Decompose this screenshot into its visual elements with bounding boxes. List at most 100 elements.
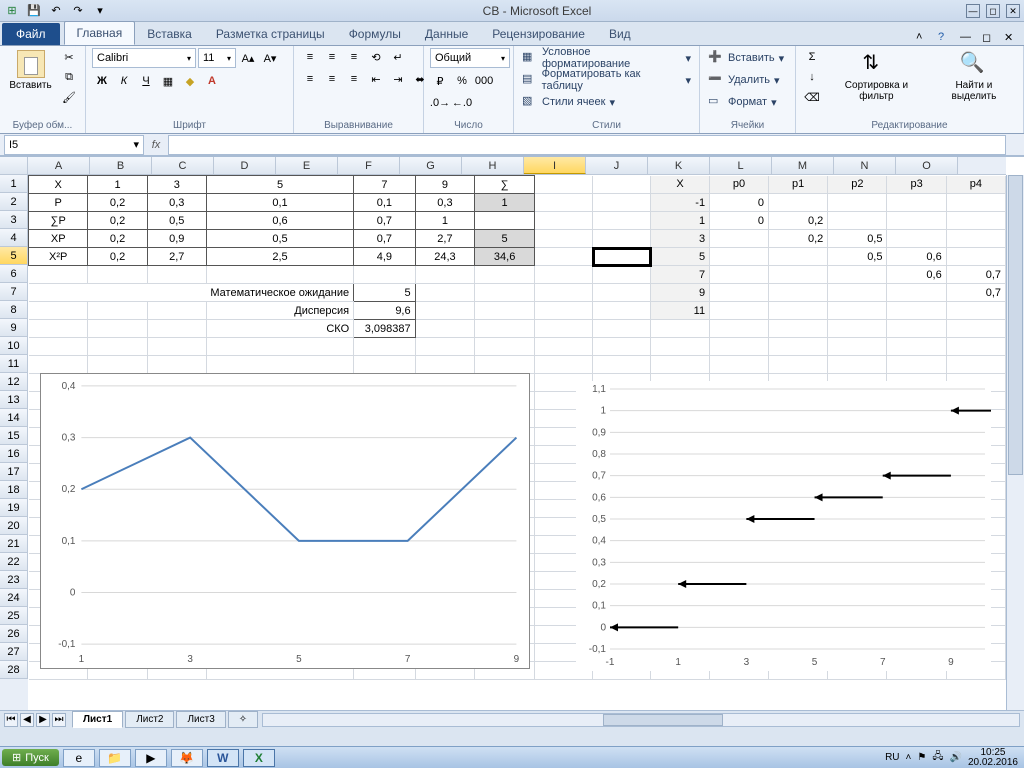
cell-M4[interactable]: 0,5 [828,230,887,248]
cell-N4[interactable] [887,230,946,248]
cell-N3[interactable] [887,212,946,230]
cell-M1[interactable]: p2 [828,176,887,194]
font-name-combo[interactable]: Calibri [92,48,196,68]
cell-J1[interactable]: X [651,176,710,194]
cell-A2[interactable]: P [29,194,88,212]
cell-H5[interactable] [534,248,592,266]
cell-D7[interactable]: Математическое ожидание [206,284,353,302]
row-header-26[interactable]: 26 [0,625,28,643]
cell-F11[interactable] [415,356,475,374]
cell-A7[interactable] [29,284,88,302]
cell-D9[interactable]: СКО [206,320,353,338]
cell-K3[interactable]: 0 [710,212,769,230]
cell-H3[interactable] [534,212,592,230]
cell-N1[interactable]: p3 [887,176,946,194]
row-header-12[interactable]: 12 [0,373,28,391]
cell-D3[interactable]: 0,6 [206,212,353,230]
cell-L4[interactable]: 0,2 [769,230,828,248]
cell-J9[interactable] [651,320,710,338]
cell-B7[interactable] [88,284,147,302]
col-header-B[interactable]: B [90,157,152,174]
col-header-G[interactable]: G [400,157,462,174]
cell-G10[interactable] [475,338,535,356]
cell-C10[interactable] [147,338,206,356]
col-header-K[interactable]: K [648,157,710,174]
bold-button[interactable]: Ж [92,72,112,90]
cell-I1[interactable] [593,176,651,194]
wrap-text-icon[interactable]: ↵ [388,48,408,66]
sort-filter-button[interactable]: ⇅ Сортировка и фильтр [826,48,927,104]
cell-B8[interactable] [88,302,147,320]
cell-O8[interactable] [946,302,1005,320]
cell-D8[interactable]: Дисперсия [206,302,353,320]
sheet-tab-2[interactable]: Лист2 [125,711,174,728]
cut-icon[interactable]: ✂ [59,48,79,66]
save-icon[interactable]: 💾 [26,3,42,19]
cell-B2[interactable]: 0,2 [88,194,147,212]
cell-K9[interactable] [710,320,769,338]
row-header-19[interactable]: 19 [0,499,28,517]
chart-cdf-step[interactable]: -0,100,10,20,30,40,50,60,70,80,911,1-113… [576,381,991,671]
cell-A4[interactable]: XP [29,230,88,248]
cell-M2[interactable] [828,194,887,212]
cell-A11[interactable] [29,356,88,374]
view-tab[interactable]: Вид [597,23,643,45]
cell-F7[interactable] [415,284,475,302]
row-header-14[interactable]: 14 [0,409,28,427]
align-center-icon[interactable]: ≡ [322,70,342,88]
cell-O7[interactable]: 0,7 [946,284,1005,302]
cell-grid[interactable]: X13579∑Xp0p1p2p3p4P0,20,30,10,10,31-10∑P… [28,175,1006,710]
cell-G2[interactable]: 1 [475,194,535,212]
insert-cells-button[interactable]: ➕Вставить▾ [706,48,786,68]
cell-A1[interactable]: X [29,176,88,194]
insert-tab[interactable]: Вставка [135,23,204,45]
cell-L9[interactable] [769,320,828,338]
cell-I4[interactable] [593,230,651,248]
cell-C7[interactable] [147,284,206,302]
doc-minimize-icon[interactable]: — [960,31,974,45]
cell-G7[interactable] [475,284,535,302]
cell-E2[interactable]: 0,1 [354,194,415,212]
cell-A8[interactable] [29,302,88,320]
row-header-27[interactable]: 27 [0,643,28,661]
cell-G6[interactable] [475,266,535,284]
fx-icon[interactable]: fx [144,139,168,151]
formula-input[interactable] [168,135,1006,155]
sheet-tab-1[interactable]: Лист1 [72,711,123,728]
underline-button[interactable]: Ч [136,72,156,90]
cell-H4[interactable] [534,230,592,248]
cell-L10[interactable] [769,338,828,356]
cell-F5[interactable]: 24,3 [415,248,475,266]
cell-H2[interactable] [534,194,592,212]
cell-B1[interactable]: 1 [88,176,147,194]
cell-O10[interactable] [946,338,1005,356]
file-tab[interactable]: Файл [2,23,60,45]
col-header-M[interactable]: M [772,157,834,174]
system-tray[interactable]: RU ˄ ⚑ 🖧 🔊 10:25 20.02.2016 [885,748,1022,768]
help-icon[interactable]: ? [938,31,952,45]
cell-L11[interactable] [769,356,828,374]
cell-J3[interactable]: 1 [651,212,710,230]
cell-G4[interactable]: 5 [475,230,535,248]
cell-J6[interactable]: 7 [651,266,710,284]
cell-B3[interactable]: 0,2 [88,212,147,230]
minimize-button[interactable]: — [966,4,980,18]
cell-O5[interactable] [946,248,1005,266]
cell-B6[interactable] [88,266,147,284]
new-sheet-tab[interactable]: ✧ [228,711,258,728]
cell-C11[interactable] [147,356,206,374]
hscroll-thumb[interactable] [603,714,723,726]
cell-G1[interactable]: ∑ [475,176,535,194]
tray-network-icon[interactable]: 🖧 [932,749,943,766]
inc-decimal-icon[interactable]: .0→ [430,94,450,112]
percent-icon[interactable]: % [452,72,472,90]
orientation-icon[interactable]: ⟲ [366,48,386,66]
row-header-6[interactable]: 6 [0,265,28,283]
taskbar-excel-icon[interactable]: X [243,749,275,767]
cell-E9[interactable]: 3,098387 [354,320,415,338]
cell-O4[interactable] [946,230,1005,248]
language-indicator[interactable]: RU [885,752,899,763]
cell-B5[interactable]: 0,2 [88,248,147,266]
sheet-tab-3[interactable]: Лист3 [176,711,225,728]
undo-icon[interactable]: ↶ [48,3,64,19]
